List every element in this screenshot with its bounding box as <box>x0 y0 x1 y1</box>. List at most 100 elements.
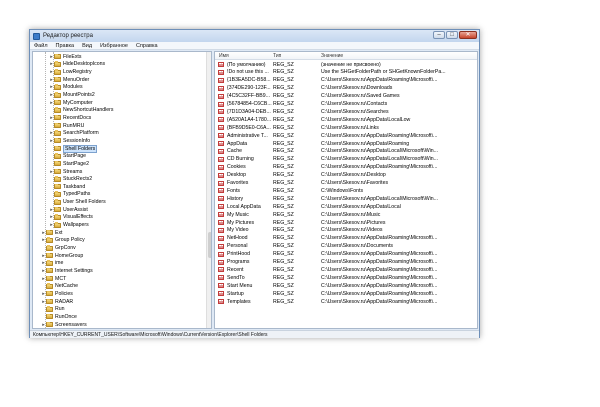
value-data: C:\Users\Skesov.ru\Downloads <box>321 85 393 92</box>
tree-item[interactable]: ▸ VisualEffects <box>49 214 93 222</box>
value-row[interactable]: ab Recent REG_SZ C:\Users\Skesov.ru\AppData… <box>215 266 477 274</box>
key-tree-pane[interactable]: ▸ FileExts ▸ HideDesktopIcons ▸ LowRegistry ▸ M… <box>32 51 212 329</box>
tree-item[interactable]: RunOnce <box>41 313 77 321</box>
tree-item-label: NewShortcutHandlers <box>63 107 114 114</box>
value-row[interactable]: ab {4C5C32FF-BB9... REG_SZ C:\Users\Skesov.… <box>215 93 477 101</box>
value-name: My Video <box>227 227 249 234</box>
column-data-header[interactable]: Значение <box>321 53 343 59</box>
tree-item[interactable]: GrpConv <box>41 244 76 252</box>
tree-item[interactable]: RunMRU <box>49 122 84 130</box>
menu-edit[interactable]: Правка <box>52 43 79 49</box>
value-row[interactable]: ab Administrative T... REG_SZ C:\Users\Skes… <box>215 132 477 140</box>
menu-help[interactable]: Справка <box>132 43 162 49</box>
tree-item[interactable]: ▸ HomeGroup <box>41 252 83 260</box>
value-row[interactable]: ab My Music REG_SZ C:\Users\Skesov.ru\Music <box>215 211 477 219</box>
tree-item[interactable]: ▸ Group Policy <box>41 237 85 245</box>
tree-item[interactable]: ▸ SessionInfo <box>49 137 90 145</box>
value-row[interactable]: ab (По умолчанию) REG_SZ (значение не присв… <box>215 61 477 69</box>
folder-icon <box>54 222 61 228</box>
value-row[interactable]: ab {374DE290-123F... REG_SZ C:\Users\Skesov… <box>215 85 477 93</box>
value-row[interactable]: ab Templates REG_SZ C:\Users\Skesov.ru\AppD… <box>215 298 477 306</box>
tree-item-label: MCT <box>55 275 67 282</box>
menu-view[interactable]: Вид <box>78 43 96 49</box>
value-row[interactable]: ab {BFB9D5E0-C6A... REG_SZ C:\Users\Skesov.… <box>215 124 477 132</box>
tree-item-label: MyComputer <box>63 99 93 106</box>
tree-item-label: FileExts <box>63 53 82 60</box>
value-row[interactable]: ab AppData REG_SZ C:\Users\Skesov.ru\AppDat… <box>215 140 477 148</box>
tree-scrollbar-thumb[interactable] <box>208 232 211 258</box>
menu-favorites[interactable]: Избранное <box>96 43 132 49</box>
tree-item[interactable]: StuckRects2 <box>49 175 92 183</box>
menu-file[interactable]: Файл <box>30 43 52 49</box>
value-row[interactable]: ab Local AppData REG_SZ C:\Users\Skesov.ru\… <box>215 203 477 211</box>
tree-item[interactable]: ▸ LowRegistry <box>49 68 92 76</box>
tree-item[interactable]: ▸ MyComputer <box>49 99 93 107</box>
tree-item[interactable]: StartPage2 <box>49 160 89 168</box>
title-bar[interactable]: Редактор реестра – □ ✕ <box>30 30 479 42</box>
tree-item[interactable]: Shell Folders <box>49 144 98 153</box>
column-type-header[interactable]: Тип <box>273 53 281 59</box>
tree-item[interactable]: ▸ FileExts <box>49 53 81 61</box>
tree-item-label: GrpConv <box>55 245 76 252</box>
value-row[interactable]: ab History REG_SZ C:\Users\Skesov.ru\AppDat… <box>215 195 477 203</box>
tree-item[interactable]: ▸ SearchPlatform <box>49 130 99 138</box>
reg-string-icon: ab <box>218 93 224 99</box>
value-row[interactable]: ab PrintHood REG_SZ C:\Users\Skesov.ru\AppD… <box>215 251 477 259</box>
reg-string-icon: ab <box>218 259 224 265</box>
tree-item[interactable]: ▸ Streams <box>49 168 82 176</box>
value-row[interactable]: ab Desktop REG_SZ C:\Users\Skesov.ru\Deskto… <box>215 172 477 180</box>
tree-item[interactable]: NetCache <box>41 283 78 291</box>
tree-item-label: UserAssist <box>63 206 88 213</box>
value-row[interactable]: ab Personal REG_SZ C:\Users\Skesov.ru\Docum… <box>215 243 477 251</box>
tree-item[interactable]: User Shell Folders <box>49 198 106 206</box>
value-type: REG_SZ <box>273 61 294 68</box>
value-row[interactable]: ab {A520A1A4-1780... REG_SZ C:\Users\Skesov… <box>215 116 477 124</box>
tree-item[interactable]: ▸ Screensavers <box>41 321 87 328</box>
value-row[interactable]: ab SendTo REG_SZ C:\Users\Skesov.ru\AppData… <box>215 274 477 282</box>
regedit-app-icon <box>33 32 40 40</box>
tree-item[interactable]: ▸ Ext <box>41 229 63 237</box>
tree-item[interactable]: ▸ MountPoints2 <box>49 91 95 99</box>
minimize-button[interactable]: – <box>433 31 445 39</box>
tree-item[interactable]: ▸ ime <box>41 260 63 268</box>
tree-item[interactable]: ▸ Internet Settings <box>41 267 93 275</box>
tree-item[interactable]: ▸ Wallpapers <box>49 221 89 229</box>
value-row[interactable]: ab {7D1D3A04-DEB... REG_SZ C:\Users\Skesov.… <box>215 108 477 116</box>
value-row[interactable]: ab Start Menu REG_SZ C:\Users\Skesov.ru\App… <box>215 282 477 290</box>
tree-item[interactable]: NewShortcutHandlers <box>49 107 113 115</box>
tree-scrollbar[interactable] <box>206 52 211 328</box>
value-row[interactable]: ab Programs REG_SZ C:\Users\Skesov.ru\AppDa… <box>215 259 477 267</box>
value-row[interactable]: ab My Video REG_SZ C:\Users\Skesov.ru\Video… <box>215 227 477 235</box>
value-row[interactable]: ab Startup REG_SZ C:\Users\Skesov.ru\AppDat… <box>215 290 477 298</box>
value-row[interactable]: ab NetHood REG_SZ C:\Users\Skesov.ru\AppDat… <box>215 235 477 243</box>
values-pane[interactable]: Имя Тип Значение ab (По умолчанию) REG_SZ(… <box>214 51 478 329</box>
tree-item[interactable]: ▸ Policies <box>41 290 73 298</box>
value-row[interactable]: ab Cookies REG_SZ C:\Users\Skesov.ru\AppDat… <box>215 164 477 172</box>
value-data: C:\Users\Skesov.ru\Music <box>321 211 381 218</box>
value-row[interactable]: ab !Do not use this ... REG_SZ Use the SHGe… <box>215 69 477 77</box>
tree-item[interactable]: StartPage <box>49 152 86 160</box>
value-row[interactable]: ab My Pictures REG_SZ C:\Users\Skesov.ru\Pi… <box>215 219 477 227</box>
tree-item[interactable]: ▸ Modules <box>49 84 83 92</box>
value-row[interactable]: ab Cache REG_SZ C:\Users\Skesov.ru\AppData\… <box>215 148 477 156</box>
column-name-header[interactable]: Имя <box>219 53 229 59</box>
tree-item[interactable]: TypedPaths <box>49 191 90 199</box>
tree-item[interactable]: ▸ RecentDocs <box>49 114 91 122</box>
tree-item-label: StartPage2 <box>63 160 89 167</box>
close-button[interactable]: ✕ <box>459 31 477 39</box>
value-type: REG_SZ <box>273 187 294 194</box>
value-row[interactable]: ab {56784854-C6CB... REG_SZ C:\Users\Skesov… <box>215 101 477 109</box>
tree-item[interactable]: ▸ UserAssist <box>49 206 88 214</box>
value-row[interactable]: ab CD Burning REG_SZ C:\Users\Skesov.ru\App… <box>215 156 477 164</box>
value-row[interactable]: ab {1B3EA5DC-B58... REG_SZ C:\Users\Skesov.… <box>215 77 477 85</box>
tree-item[interactable]: ▸ MCT <box>41 275 66 283</box>
tree-item[interactable]: ▸ MenuOrder <box>49 76 89 84</box>
value-row[interactable]: ab Fonts REG_SZ C:\Windows\Fonts <box>215 187 477 195</box>
tree-item[interactable]: Taskband <box>49 183 85 191</box>
value-row[interactable]: ab Favorites REG_SZ C:\Users\Skesov.ru\Favo… <box>215 180 477 188</box>
maximize-button[interactable]: □ <box>446 31 458 39</box>
tree-item[interactable]: ▸ HideDesktopIcons <box>49 61 105 69</box>
tree-item[interactable]: ▸ RADAR <box>41 298 73 306</box>
value-type: REG_SZ <box>273 235 294 242</box>
tree-item[interactable]: Run <box>41 305 65 313</box>
